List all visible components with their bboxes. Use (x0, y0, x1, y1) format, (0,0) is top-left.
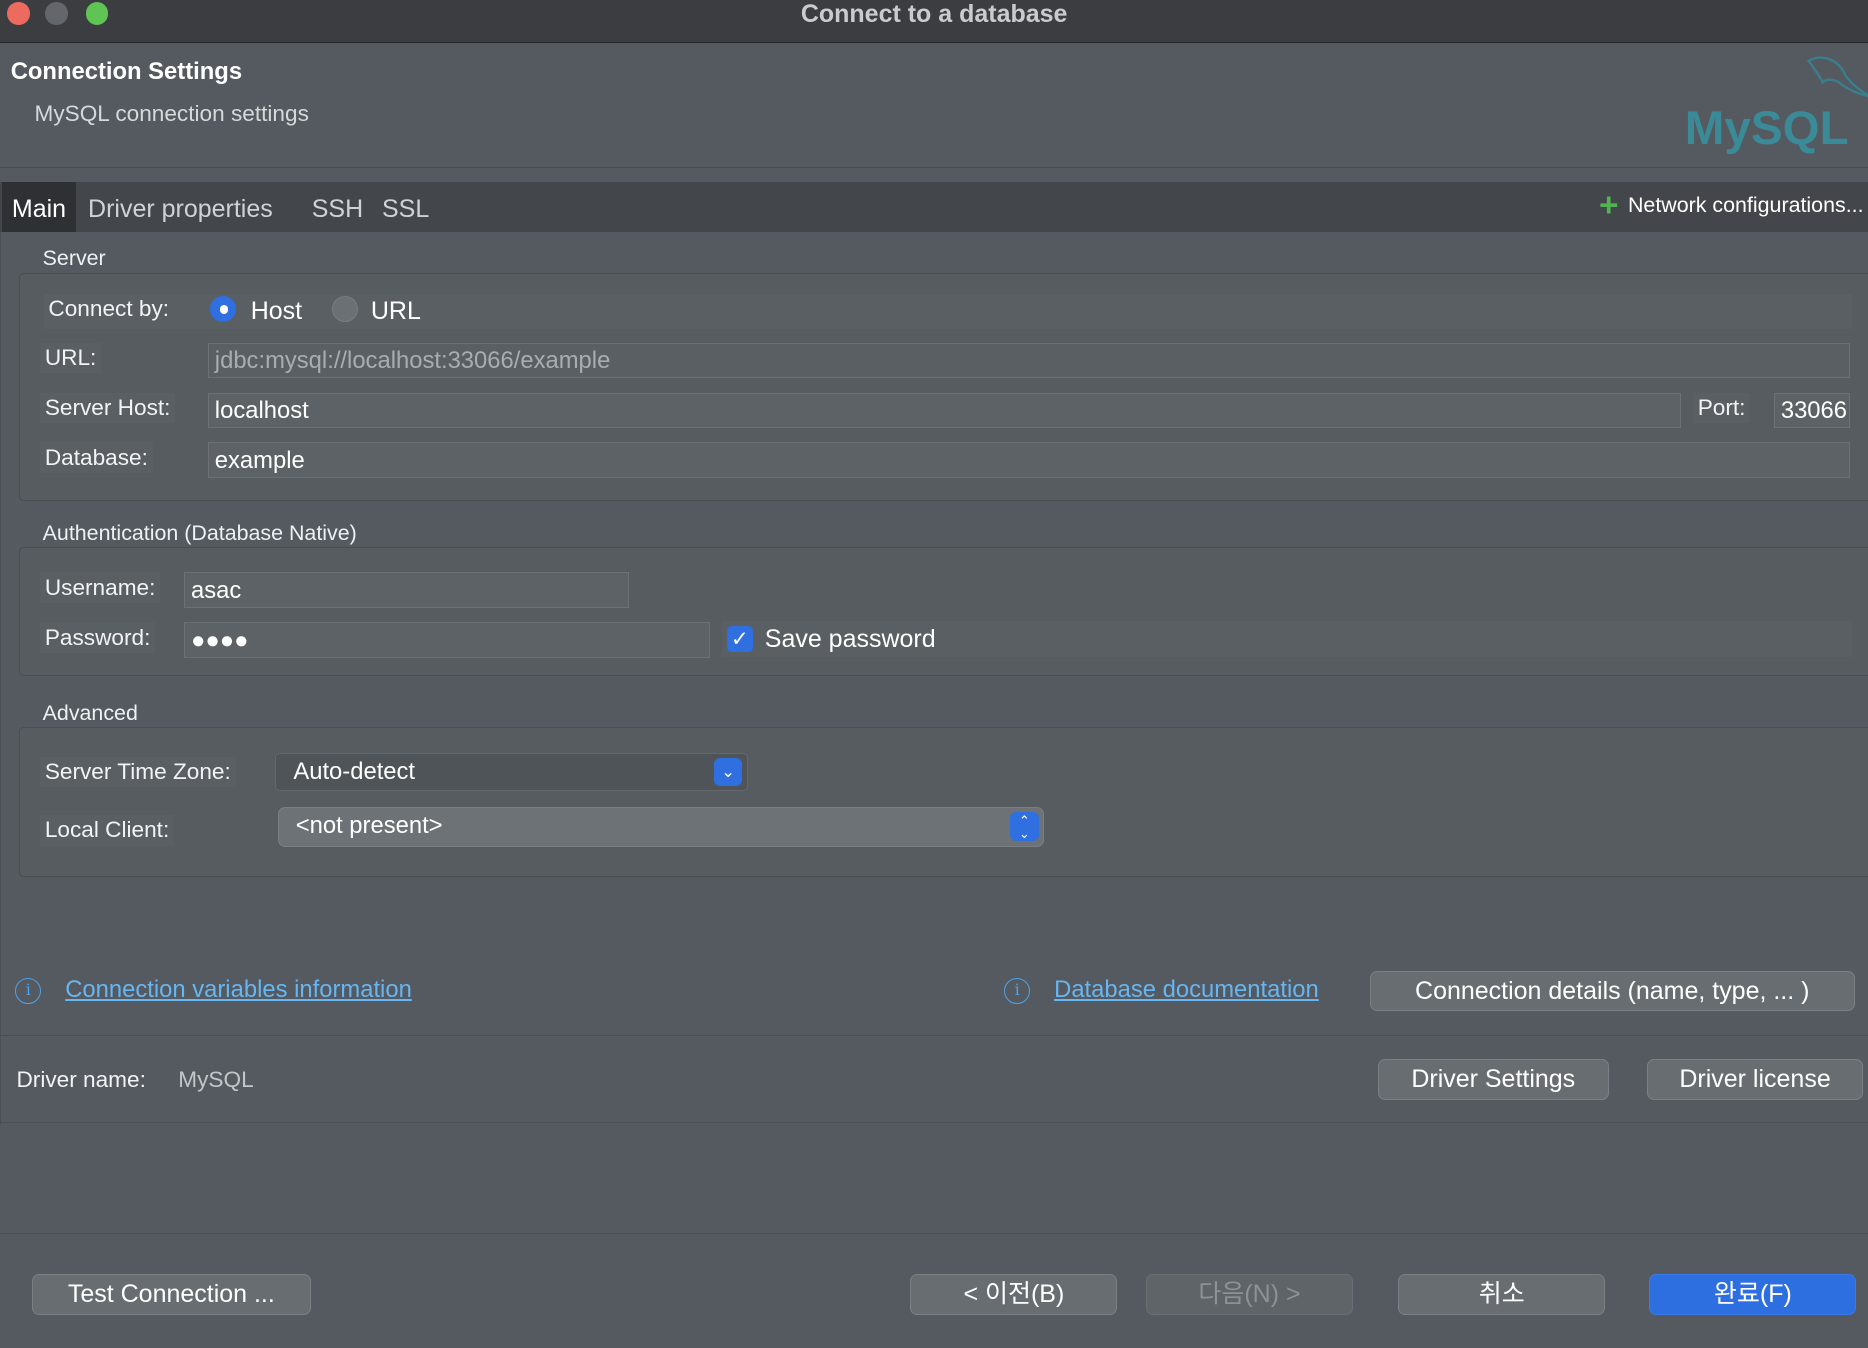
driver-license-button[interactable]: Driver license (1646, 1059, 1864, 1100)
next-button[interactable]: 다음(N) > (1145, 1274, 1354, 1315)
network-configurations-button[interactable]: + Network configurations... (1599, 189, 1864, 222)
tab-main[interactable]: Main (2, 182, 76, 233)
test-connection-button[interactable]: Test Connection ... (32, 1274, 311, 1315)
tab-driver-properties[interactable]: Driver properties (79, 182, 283, 232)
auth-section-label: Authentication (Database Native) (42, 521, 357, 546)
database-documentation-link[interactable]: Database documentation (1054, 976, 1319, 1004)
advanced-section-label: Advanced (42, 700, 138, 725)
divider (1, 1035, 1868, 1037)
username-input[interactable]: asac (184, 572, 630, 608)
server-host-label: Server Host: (40, 392, 176, 424)
save-password-checkbox[interactable]: ✓ (726, 625, 753, 652)
database-label: Database: (40, 442, 153, 474)
server-host-input[interactable]: localhost (207, 392, 1682, 429)
port-input[interactable]: 33066 (1773, 392, 1851, 429)
mysql-logo: MySQL (1685, 56, 1868, 155)
server-timezone-combo[interactable]: Auto-detect ⌄ (274, 753, 749, 792)
local-client-label: Local Client: (40, 814, 174, 846)
divider (1, 1122, 1868, 1124)
database-input[interactable]: example (207, 442, 1851, 479)
connect-by-label: Connect by: (43, 293, 174, 325)
url-radio-label[interactable]: URL (371, 297, 421, 326)
server-timezone-value: Auto-detect (293, 757, 416, 785)
local-client-value: <not present> (295, 812, 443, 840)
server-timezone-label: Server Time Zone: (40, 756, 236, 788)
driver-settings-button[interactable]: Driver Settings (1377, 1059, 1609, 1100)
cancel-button[interactable]: 취소 (1398, 1274, 1606, 1315)
finish-button[interactable]: 완료(F) (1649, 1274, 1857, 1315)
dialog-window: Connect to a database Connection Setting… (0, 0, 1868, 1348)
port-label: Port: (1692, 392, 1751, 424)
tab-ssl[interactable]: SSL (372, 182, 438, 232)
driver-name-value: MySQL (178, 1067, 254, 1093)
driver-name-label: Driver name: (16, 1067, 146, 1093)
local-client-select[interactable]: <not present> ⌃ ⌄ (278, 806, 1045, 848)
window-title: Connect to a database (800, 0, 1068, 28)
auth-group: Username: asac Password: ●●●● ✓ Save pas… (18, 547, 1868, 676)
username-label: Username: (40, 572, 161, 603)
back-button[interactable]: < 이전(B) (910, 1274, 1118, 1315)
network-configurations-label: Network configurations... (1627, 193, 1864, 218)
tab-bar: Main Driver properties SSH SSL + Network… (0, 182, 1868, 233)
connection-details-button[interactable]: Connection details (name, type, ... ) (1369, 971, 1856, 1012)
title-bar: Connect to a database (0, 0, 1868, 43)
url-field[interactable]: jdbc:mysql://localhost:33066/example (207, 342, 1851, 379)
chevron-down-icon[interactable]: ⌄ (713, 757, 743, 787)
page-subtitle: MySQL connection settings (34, 101, 309, 127)
tab-ssh[interactable]: SSH (302, 182, 372, 232)
dialog-footer: Test Connection ... < 이전(B) 다음(N) > 취소 완… (0, 1232, 1868, 1348)
host-radio-label[interactable]: Host (251, 297, 302, 326)
main-tab-content: Server Connect by: Host URL URL: jdbc:my… (0, 232, 1868, 1125)
plus-icon: + (1598, 187, 1619, 225)
svg-text:MySQL: MySQL (1685, 102, 1849, 155)
info-icon: i (1004, 978, 1031, 1005)
connection-variables-link[interactable]: Connection variables information (65, 976, 412, 1004)
settings-header: Connection Settings MySQL connection set… (0, 44, 1868, 168)
url-label: URL: (40, 342, 102, 374)
password-label: Password: (40, 622, 156, 653)
url-radio[interactable] (331, 296, 358, 323)
password-input[interactable]: ●●●● (184, 622, 711, 658)
up-down-chevron-icon[interactable]: ⌃ ⌄ (1010, 812, 1039, 841)
page-title: Connection Settings (10, 58, 243, 86)
server-group: Connect by: Host URL URL: jdbc:mysql://l… (18, 272, 1868, 501)
save-password-label[interactable]: Save password (765, 625, 936, 654)
info-icon: i (15, 978, 42, 1005)
server-section-label: Server (42, 246, 106, 271)
advanced-group: Server Time Zone: Auto-detect ⌄ Local Cl… (18, 727, 1868, 878)
connect-by-row (43, 293, 1853, 330)
